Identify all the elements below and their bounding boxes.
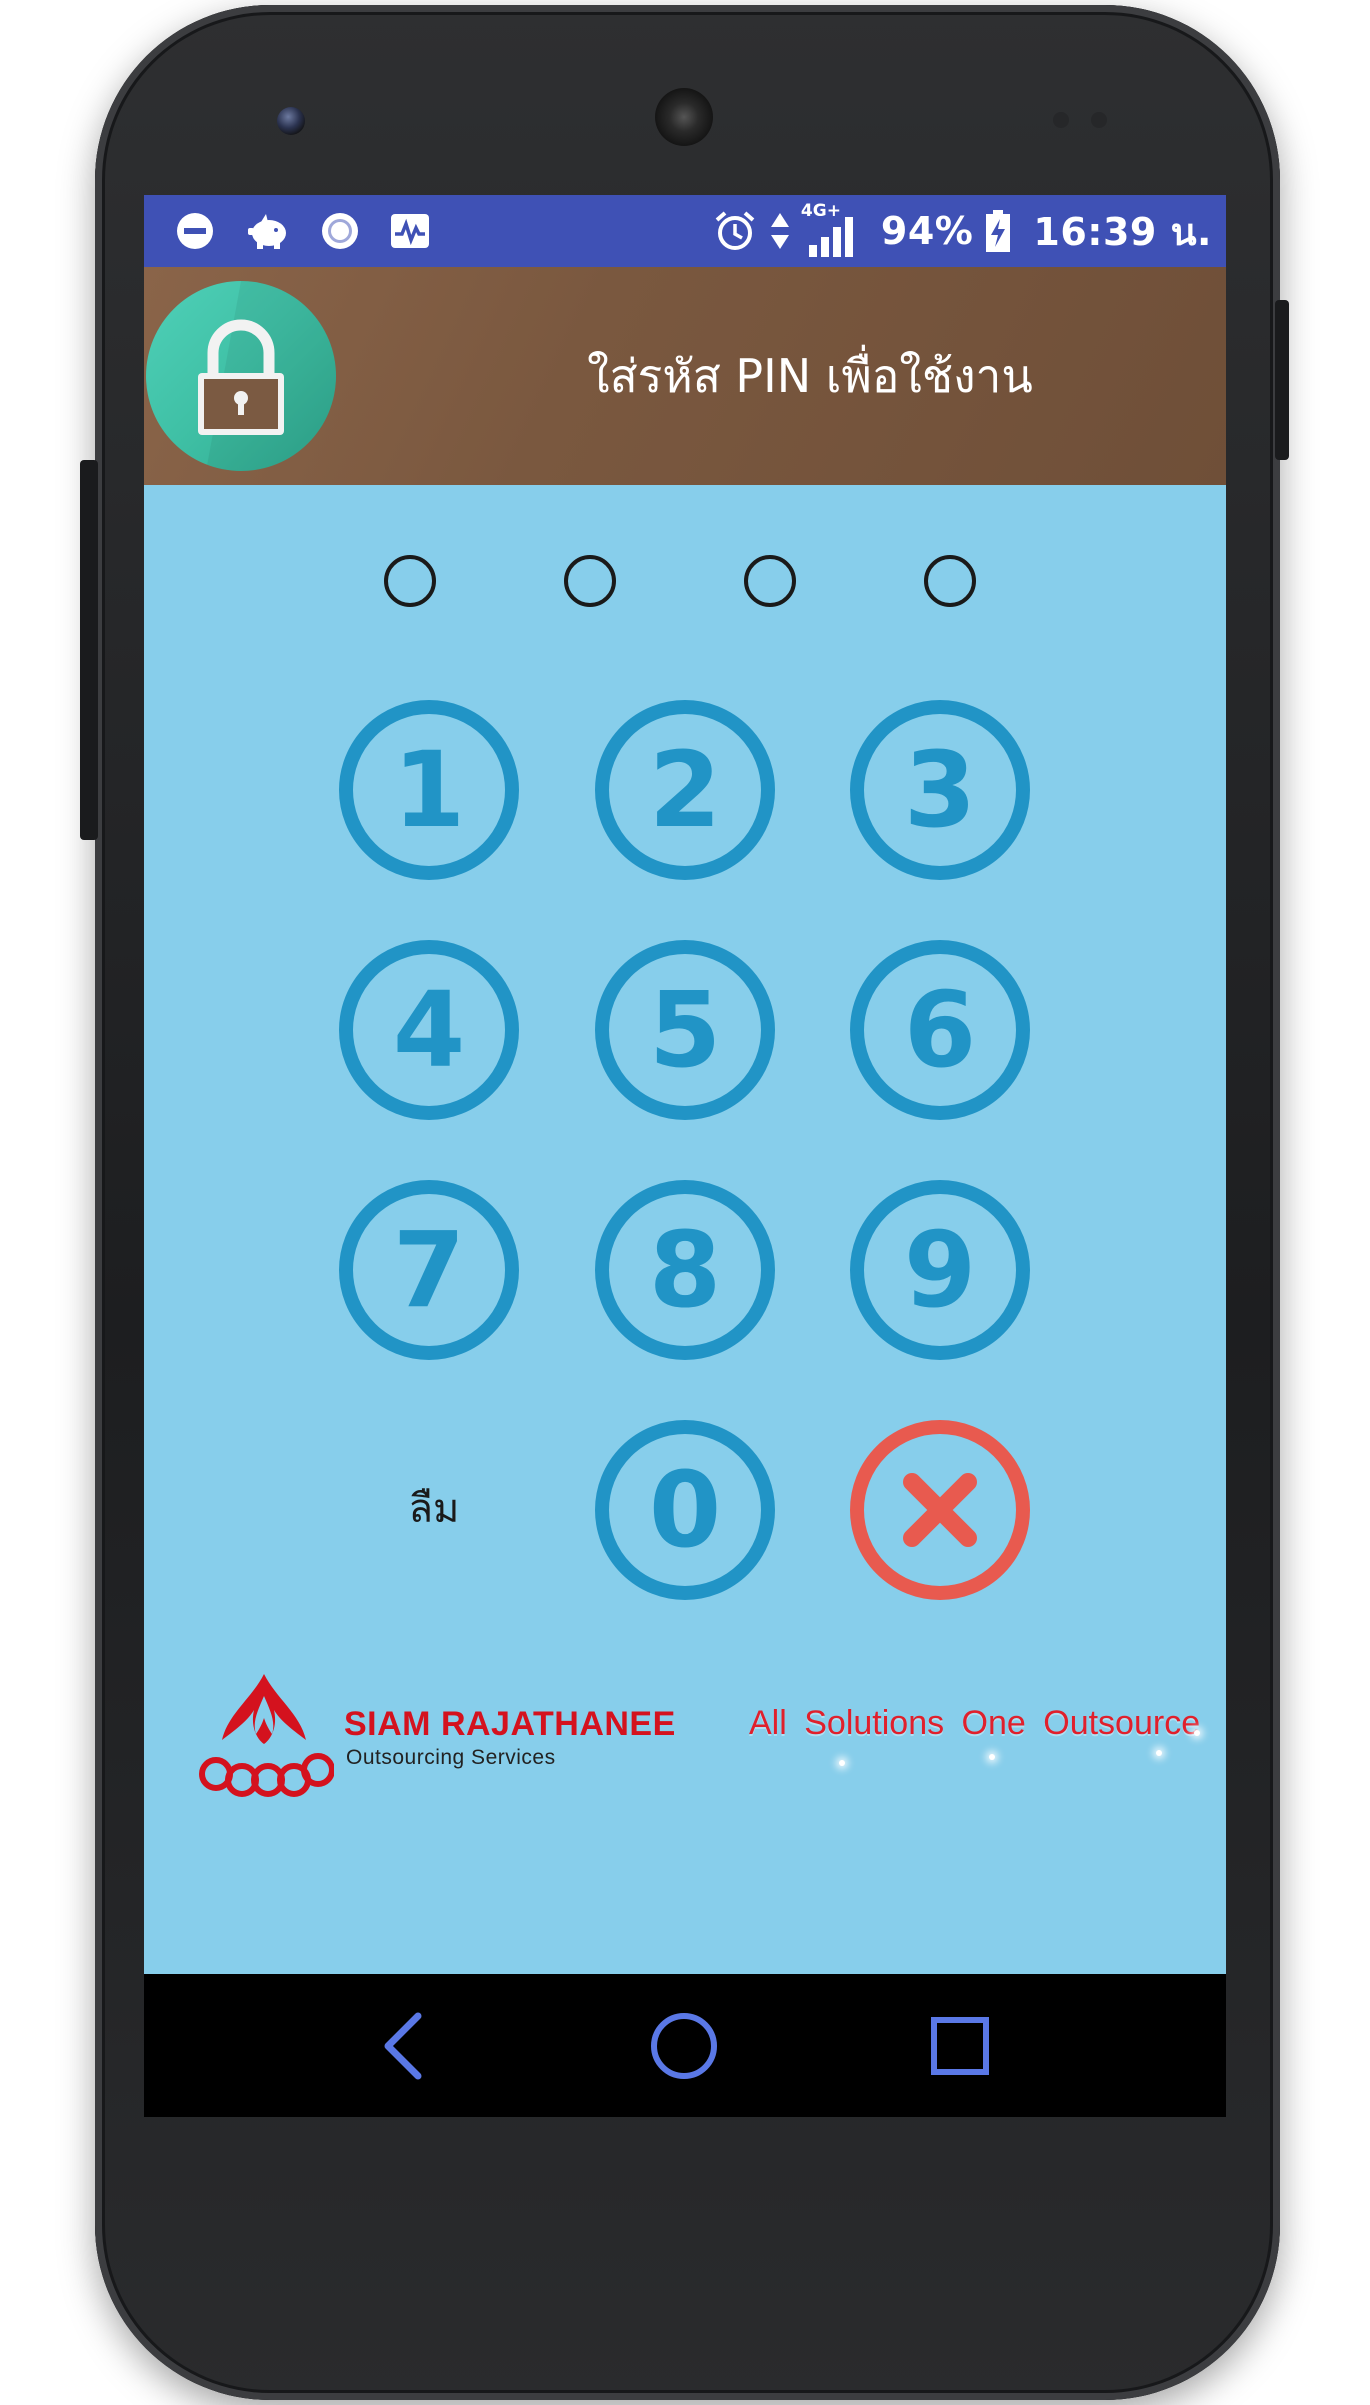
lock-badge bbox=[146, 281, 336, 471]
page-title: ใส่รหัส PIN เพื่อใช้งาน bbox=[587, 348, 1033, 403]
sparkle-decoration bbox=[1194, 1730, 1200, 1736]
do-not-disturb-icon bbox=[177, 213, 213, 249]
key-2[interactable]: 2 bbox=[595, 700, 775, 880]
volume-button bbox=[80, 460, 98, 840]
clock: 16:39 น. bbox=[1033, 209, 1212, 254]
key-9[interactable]: 9 bbox=[850, 1180, 1030, 1360]
sparkle-decoration bbox=[989, 1754, 995, 1760]
recents-icon[interactable] bbox=[920, 2006, 1000, 2086]
home-icon[interactable] bbox=[644, 2006, 724, 2086]
alarm-icon bbox=[715, 211, 755, 250]
battery-charging-icon bbox=[986, 210, 1011, 252]
company-tagline: All Solutions One Outsource bbox=[749, 1704, 1201, 1742]
company-name: SIAM RAJATHANEE bbox=[344, 1705, 676, 1743]
key-4[interactable]: 4 bbox=[339, 940, 519, 1120]
close-x-icon bbox=[903, 1473, 977, 1547]
key-5[interactable]: 5 bbox=[595, 940, 775, 1120]
app-screen: 4G+ 94% 16:39 น. ใส่รหัส PIN เพื่อใช้งาน… bbox=[144, 195, 1226, 2117]
status-bar: 4G+ 94% 16:39 น. bbox=[144, 195, 1226, 267]
data-arrows-icon bbox=[770, 213, 789, 249]
earpiece-speaker bbox=[655, 88, 713, 146]
padlock-icon bbox=[198, 281, 336, 471]
record-icon bbox=[322, 213, 358, 249]
pin-dot-1 bbox=[384, 555, 436, 607]
sparkle-decoration bbox=[1156, 1750, 1162, 1756]
brand-banner: SIAM RAJATHANEE Outsourcing Services All… bbox=[194, 1670, 1204, 1810]
pin-dot-3 bbox=[744, 555, 796, 607]
pin-dot-4 bbox=[924, 555, 976, 607]
key-6[interactable]: 6 bbox=[850, 940, 1030, 1120]
back-icon[interactable] bbox=[366, 2006, 446, 2086]
power-button bbox=[1275, 300, 1289, 460]
status-right-group: 4G+ 94% 16:39 น. bbox=[713, 195, 1212, 267]
signal-group: 4G+ bbox=[801, 201, 855, 259]
piggy-bank-icon bbox=[248, 214, 286, 249]
pin-dot-2 bbox=[564, 555, 616, 607]
key-7[interactable]: 7 bbox=[339, 1180, 519, 1360]
activity-pulse-icon bbox=[391, 214, 429, 248]
signal-bars-icon bbox=[808, 217, 853, 257]
proximity-sensors bbox=[1053, 108, 1111, 130]
key-1[interactable]: 1 bbox=[339, 700, 519, 880]
company-subtitle: Outsourcing Services bbox=[346, 1746, 556, 1769]
delete-button[interactable] bbox=[850, 1420, 1030, 1600]
key-0[interactable]: 0 bbox=[595, 1420, 775, 1600]
forgot-pin-link[interactable]: ลืม bbox=[374, 1478, 494, 1538]
key-3[interactable]: 3 bbox=[850, 700, 1030, 880]
flame-rings-logo bbox=[199, 1674, 334, 1797]
key-8[interactable]: 8 bbox=[595, 1180, 775, 1360]
battery-percent: 94% bbox=[880, 209, 974, 253]
app-header: ใส่รหัส PIN เพื่อใช้งาน bbox=[144, 267, 1226, 485]
front-camera bbox=[277, 107, 305, 135]
sparkle-decoration bbox=[839, 1760, 845, 1766]
navigation-bar bbox=[144, 1974, 1226, 2117]
